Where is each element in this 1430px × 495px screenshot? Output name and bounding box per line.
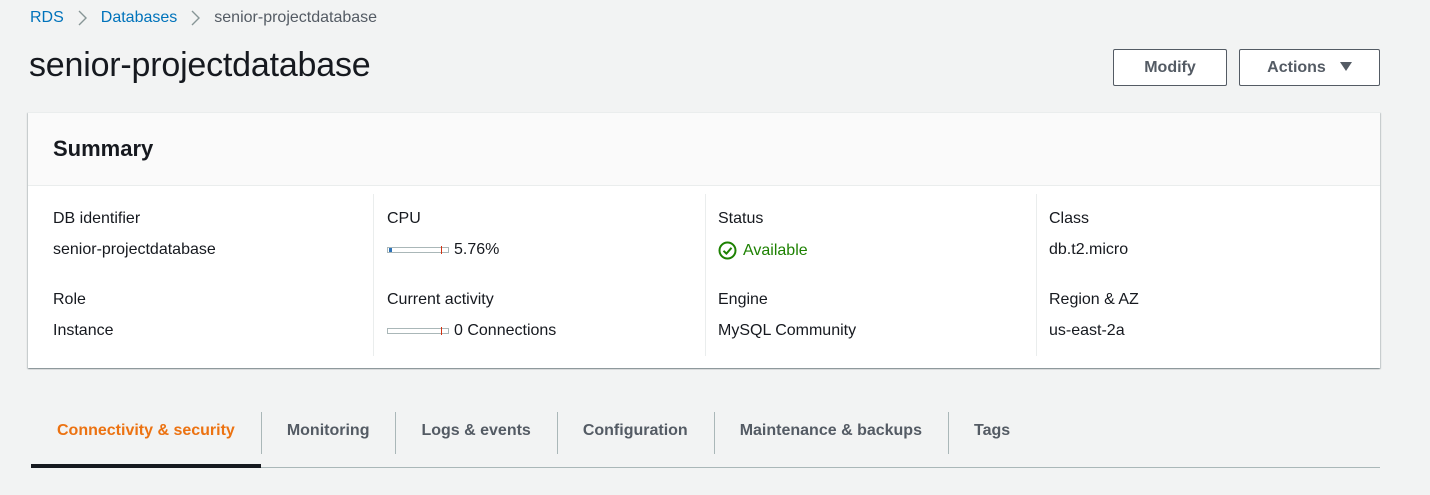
- tab-label: Maintenance & backups: [739, 421, 922, 439]
- tab-label: Configuration: [582, 421, 688, 439]
- tab-logs-events[interactable]: Logs & events: [395, 406, 556, 467]
- summary-grid: DB identifier senior-projectdatabase Rol…: [28, 186, 1380, 356]
- current-activity-label: Current activity: [387, 291, 494, 308]
- summary-column-status: Status Available Engine MySQL Community: [705, 194, 1036, 356]
- status-text: Available: [743, 241, 808, 259]
- summary-column-metrics: CPU 5.76% Current activity 0 Connections: [373, 194, 705, 356]
- chevron-right-icon: [78, 10, 87, 26]
- class-label: Class: [1049, 210, 1090, 227]
- cpu-meter-threshold: [441, 246, 442, 254]
- tab-configuration[interactable]: Configuration: [556, 406, 714, 467]
- cpu-label: CPU: [387, 210, 421, 227]
- breadcrumb-current: senior-projectdatabase: [214, 9, 378, 26]
- cpu-meter: [387, 246, 449, 254]
- engine-value: MySQL Community: [718, 322, 857, 339]
- db-identifier-value: senior-projectdatabase: [53, 241, 216, 258]
- page-title: senior-projectdatabase: [29, 46, 371, 84]
- breadcrumb-link-rds[interactable]: RDS: [30, 9, 64, 27]
- actions-button-label: Actions: [1267, 58, 1326, 76]
- role-value: Instance: [53, 322, 114, 339]
- tab-monitoring[interactable]: Monitoring: [260, 406, 396, 467]
- summary-panel: Summary DB identifier senior-projectdata…: [28, 112, 1380, 368]
- cpu-value: 5.76%: [387, 241, 499, 259]
- status-value: Available: [718, 241, 808, 260]
- check-circle-icon: [718, 241, 737, 260]
- class-value: db.t2.micro: [1049, 241, 1129, 258]
- summary-title: Summary: [53, 136, 154, 161]
- detail-tabs: Connectivity & security Monitoring Logs …: [31, 406, 1380, 468]
- tab-label: Monitoring: [286, 421, 370, 439]
- region-az-label: Region & AZ: [1049, 291, 1139, 308]
- current-activity-value: 0 Connections: [387, 322, 556, 340]
- current-activity-text[interactable]: 0 Connections: [454, 322, 556, 340]
- summary-column-placement: Class db.t2.micro Region & AZ us-east-2a: [1036, 194, 1380, 356]
- modify-button[interactable]: Modify: [1113, 49, 1227, 86]
- cpu-meter-fill: [389, 248, 392, 252]
- tab-label: Tags: [973, 421, 1011, 439]
- tab-maintenance-backups[interactable]: Maintenance & backups: [713, 406, 948, 467]
- role-label: Role: [53, 291, 86, 308]
- tab-connectivity-security[interactable]: Connectivity & security: [31, 406, 261, 468]
- summary-column-identity: DB identifier senior-projectdatabase Rol…: [28, 194, 373, 356]
- tab-label: Connectivity & security: [57, 421, 235, 439]
- breadcrumb: RDS Databases senior-projectdatabase: [30, 8, 377, 28]
- summary-header: Summary: [28, 113, 1380, 186]
- tab-tags[interactable]: Tags: [947, 406, 1036, 467]
- activity-meter-threshold: [441, 327, 442, 335]
- header-actions: Modify Actions: [1113, 49, 1380, 86]
- status-label: Status: [718, 210, 764, 227]
- cpu-value-text: 5.76%: [454, 241, 500, 258]
- tab-label: Logs & events: [421, 421, 531, 439]
- region-az-value: us-east-2a: [1049, 322, 1125, 339]
- actions-button[interactable]: Actions: [1239, 49, 1380, 86]
- engine-label: Engine: [718, 291, 768, 308]
- chevron-right-icon: [191, 10, 201, 26]
- db-identifier-label: DB identifier: [53, 210, 141, 227]
- activity-meter: [387, 327, 449, 335]
- caret-down-icon: [1339, 61, 1352, 74]
- breadcrumb-link-databases[interactable]: Databases: [101, 9, 178, 27]
- modify-button-label: Modify: [1144, 58, 1196, 76]
